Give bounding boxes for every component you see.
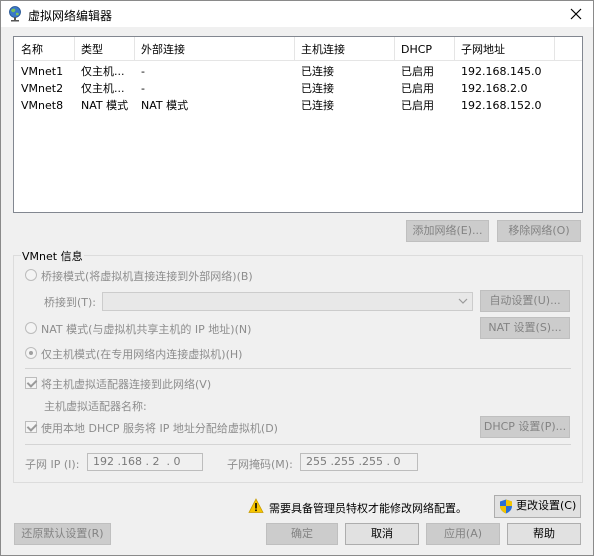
subnet-mask-field[interactable]: 255 .255 .255 . 0 bbox=[300, 453, 418, 471]
help-button[interactable]: 帮助 bbox=[507, 523, 581, 545]
change-settings-label: 更改设置(C) bbox=[516, 499, 577, 512]
vmware-network-globe-icon bbox=[9, 6, 21, 22]
table-row[interactable]: VMnet1 仅主机... - 已连接 已启用 192.168.145.0 bbox=[14, 63, 582, 80]
close-icon bbox=[570, 8, 582, 20]
admin-notice-text: 需要具备管理员特权才能修改网络配置。 bbox=[269, 502, 467, 515]
add-network-button[interactable]: 添加网络(E)... bbox=[406, 220, 489, 242]
network-list[interactable]: 名称 类型 外部连接 主机连接 DHCP 子网地址 VMnet1 仅主机... … bbox=[13, 36, 583, 213]
cell-subnet: 192.168.2.0 bbox=[461, 82, 528, 95]
cell-name: VMnet1 bbox=[21, 65, 64, 78]
cell-host-connection: 已连接 bbox=[301, 65, 334, 78]
bridge-to-label: 桥接到(T): bbox=[44, 296, 97, 309]
window-title: 虚拟网络编辑器 bbox=[28, 9, 113, 23]
bridge-to-select[interactable] bbox=[102, 292, 473, 311]
chevron-down-icon bbox=[458, 298, 468, 304]
column-header-type[interactable]: 类型 bbox=[74, 37, 103, 61]
apply-button[interactable]: 应用(A) bbox=[426, 523, 500, 545]
cell-external: NAT 模式 bbox=[141, 99, 189, 112]
divider bbox=[25, 444, 571, 445]
ok-button[interactable]: 确定 bbox=[266, 523, 338, 545]
column-header-subnet[interactable]: 子网地址 bbox=[454, 37, 505, 61]
bridged-mode-label: 桥接模式(将虚拟机直接连接到外部网络)(B) bbox=[41, 270, 253, 283]
cell-subnet: 192.168.145.0 bbox=[461, 65, 542, 78]
cell-host-connection: 已连接 bbox=[301, 82, 334, 95]
vmnet-info-legend: VMnet 信息 bbox=[21, 248, 84, 264]
nat-settings-button[interactable]: NAT 设置(S)... bbox=[480, 317, 570, 339]
cell-name: VMnet2 bbox=[21, 82, 64, 95]
host-only-mode-label: 仅主机模式(在专用网络内连接虚拟机)(H) bbox=[41, 348, 243, 361]
divider bbox=[25, 368, 571, 369]
adapter-name-label: 主机虚拟适配器名称: bbox=[44, 400, 147, 413]
cancel-button[interactable]: 取消 bbox=[345, 523, 419, 545]
cell-dhcp: 已启用 bbox=[401, 65, 434, 78]
subnet-ip-field[interactable]: 192 .168 . 2 . 0 bbox=[87, 453, 203, 471]
connect-adapter-checkbox[interactable] bbox=[25, 377, 37, 389]
cell-host-connection: 已连接 bbox=[301, 99, 334, 112]
cell-type: 仅主机... bbox=[81, 65, 125, 78]
virtual-network-editor-window: 虚拟网络编辑器 名称 类型 外部连接 主机连接 DHCP 子网地址 VMnet1… bbox=[0, 0, 594, 556]
cell-subnet: 192.168.152.0 bbox=[461, 99, 542, 112]
cell-dhcp: 已启用 bbox=[401, 99, 434, 112]
cell-dhcp: 已启用 bbox=[401, 82, 434, 95]
column-header-external[interactable]: 外部连接 bbox=[134, 37, 185, 61]
use-dhcp-label: 使用本地 DHCP 服务将 IP 地址分配给虚拟机(D) bbox=[41, 422, 278, 435]
title-bar: 虚拟网络编辑器 bbox=[1, 1, 593, 27]
cell-type: NAT 模式 bbox=[81, 99, 129, 112]
subnet-ip-label: 子网 IP (I): bbox=[25, 458, 80, 471]
restore-defaults-button[interactable]: 还原默认设置(R) bbox=[14, 523, 111, 545]
dhcp-settings-button[interactable]: DHCP 设置(P)... bbox=[480, 416, 570, 438]
table-row[interactable]: VMnet8 NAT 模式 NAT 模式 已连接 已启用 192.168.152… bbox=[14, 97, 582, 114]
column-header-dhcp[interactable]: DHCP bbox=[394, 37, 432, 61]
connect-adapter-label: 将主机虚拟适配器连接到此网络(V) bbox=[41, 378, 212, 391]
cell-type: 仅主机... bbox=[81, 82, 125, 95]
nat-mode-radio[interactable] bbox=[25, 322, 37, 334]
remove-network-button[interactable]: 移除网络(O) bbox=[497, 220, 581, 242]
column-header-name[interactable]: 名称 bbox=[14, 37, 43, 61]
list-header: 名称 类型 外部连接 主机连接 DHCP 子网地址 bbox=[14, 37, 582, 61]
column-header-host-connection[interactable]: 主机连接 bbox=[294, 37, 345, 61]
change-settings-button[interactable]: 更改设置(C) bbox=[494, 495, 581, 518]
cell-external: - bbox=[141, 82, 145, 95]
subnet-mask-label: 子网掩码(M): bbox=[227, 458, 293, 471]
nat-mode-label: NAT 模式(与虚拟机共享主机的 IP 地址)(N) bbox=[41, 323, 252, 336]
cell-external: - bbox=[141, 65, 145, 78]
uac-shield-icon bbox=[500, 499, 512, 514]
close-button[interactable] bbox=[559, 1, 593, 27]
table-row[interactable]: VMnet2 仅主机... - 已连接 已启用 192.168.2.0 bbox=[14, 80, 582, 97]
cell-name: VMnet8 bbox=[21, 99, 64, 112]
auto-settings-button[interactable]: 自动设置(U)... bbox=[480, 290, 570, 312]
host-only-mode-radio[interactable] bbox=[25, 347, 37, 359]
bridged-mode-radio[interactable] bbox=[25, 269, 37, 281]
use-dhcp-checkbox[interactable] bbox=[25, 421, 37, 433]
warning-icon bbox=[248, 498, 264, 513]
